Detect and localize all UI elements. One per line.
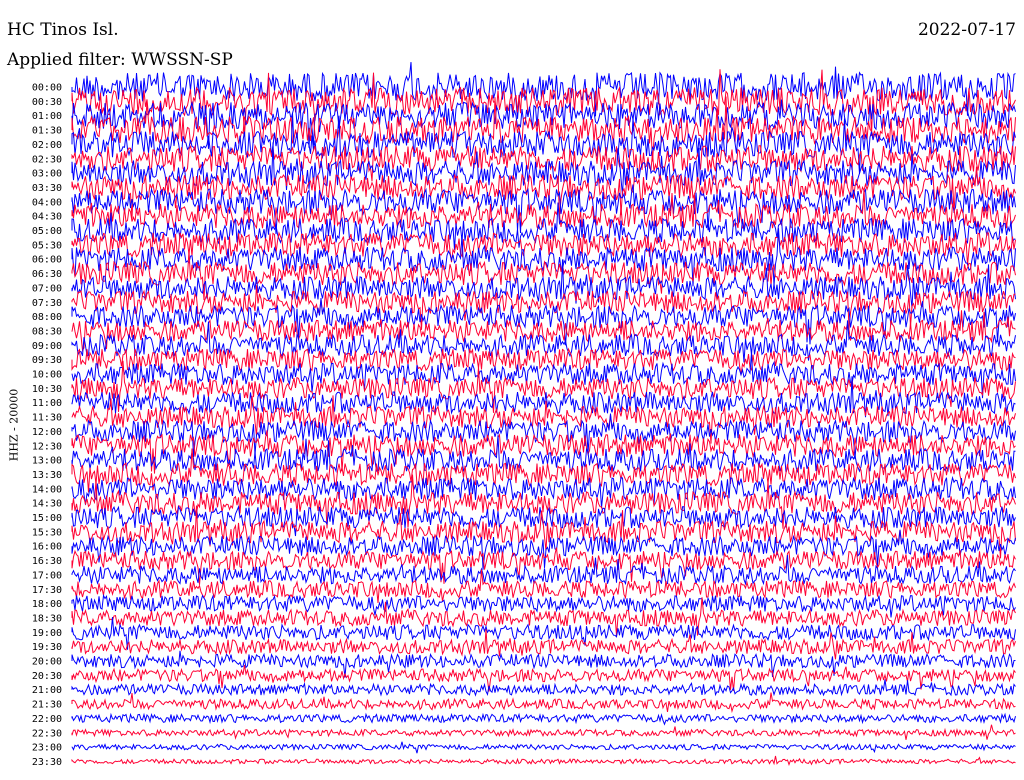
time-tick-label: 17:00 bbox=[32, 570, 62, 581]
time-tick-label: 14:30 bbox=[32, 499, 62, 510]
time-tick-label: 08:00 bbox=[32, 312, 62, 323]
trace-line bbox=[71, 285, 1016, 330]
trace-line bbox=[71, 231, 1016, 266]
trace-line bbox=[71, 724, 1016, 740]
time-tick-label: 07:30 bbox=[32, 298, 62, 309]
trace-line bbox=[71, 250, 1016, 301]
time-tick-label: 10:30 bbox=[32, 384, 62, 395]
time-tick-label: 04:00 bbox=[32, 197, 62, 208]
time-tick-label: 13:00 bbox=[32, 456, 62, 467]
time-tick-label: 01:30 bbox=[32, 126, 62, 137]
time-tick-label: 12:00 bbox=[32, 427, 62, 438]
time-tick-label: 20:30 bbox=[32, 671, 62, 682]
time-tick-label: 04:30 bbox=[32, 212, 62, 223]
time-tick-label: 22:00 bbox=[32, 714, 62, 725]
time-tick-label: 14:00 bbox=[32, 484, 62, 495]
trace-line bbox=[71, 692, 1016, 714]
trace-line bbox=[71, 650, 1016, 678]
time-tick-label: 07:00 bbox=[32, 283, 62, 294]
trace-line bbox=[71, 376, 1016, 418]
time-tick-label: 15:30 bbox=[32, 527, 62, 538]
time-tick-label: 22:30 bbox=[32, 728, 62, 739]
time-tick-labels: 00:00 00:30 01:00 01:30 02:00 02:30 03:00 03:30… bbox=[32, 83, 62, 768]
time-tick-label: 02:30 bbox=[32, 154, 62, 165]
time-tick-label: 21:00 bbox=[32, 685, 62, 696]
time-tick-label: 15:00 bbox=[32, 513, 62, 524]
trace-line bbox=[71, 741, 1016, 754]
time-tick-label: 06:00 bbox=[32, 255, 62, 266]
time-tick-label: 20:00 bbox=[32, 657, 62, 668]
time-tick-label: 05:30 bbox=[32, 240, 62, 251]
time-tick-label: 02:00 bbox=[32, 140, 62, 151]
time-tick-label: 13:30 bbox=[32, 470, 62, 481]
time-tick-label: 21:30 bbox=[32, 700, 62, 711]
time-tick-label: 01:00 bbox=[32, 111, 62, 122]
trace-line bbox=[71, 755, 1016, 766]
time-tick-label: 19:30 bbox=[32, 642, 62, 653]
time-tick-label: 06:30 bbox=[32, 269, 62, 280]
time-tick-label: 19:00 bbox=[32, 628, 62, 639]
time-tick-label: 03:00 bbox=[32, 169, 62, 180]
time-tick-label: 16:00 bbox=[32, 542, 62, 553]
trace-group bbox=[71, 62, 1016, 766]
time-tick-label: 17:30 bbox=[32, 585, 62, 596]
time-tick-label: 05:00 bbox=[32, 226, 62, 237]
time-tick-label: 10:00 bbox=[32, 370, 62, 381]
time-tick-label: 16:30 bbox=[32, 556, 62, 567]
trace-line bbox=[71, 529, 1016, 570]
time-tick-label: 09:00 bbox=[32, 341, 62, 352]
time-tick-label: 23:30 bbox=[32, 757, 62, 768]
time-tick-label: 23:00 bbox=[32, 743, 62, 754]
time-tick-label: 18:00 bbox=[32, 599, 62, 610]
trace-line bbox=[71, 712, 1016, 726]
time-tick-label: 11:30 bbox=[32, 413, 62, 424]
time-tick-label: 00:30 bbox=[32, 97, 62, 108]
seismogram-plot: 00:00 00:30 01:00 01:30 02:00 02:30 03:00 03:30… bbox=[32, 62, 1016, 768]
time-tick-label: 00:00 bbox=[32, 83, 62, 94]
time-tick-label: 09:30 bbox=[32, 355, 62, 366]
time-tick-label: 03:30 bbox=[32, 183, 62, 194]
time-tick-label: 18:30 bbox=[32, 613, 62, 624]
trace-line bbox=[71, 629, 1016, 660]
time-tick-label: 08:30 bbox=[32, 326, 62, 337]
time-tick-label: 12:30 bbox=[32, 441, 62, 452]
time-tick-label: 11:00 bbox=[32, 398, 62, 409]
